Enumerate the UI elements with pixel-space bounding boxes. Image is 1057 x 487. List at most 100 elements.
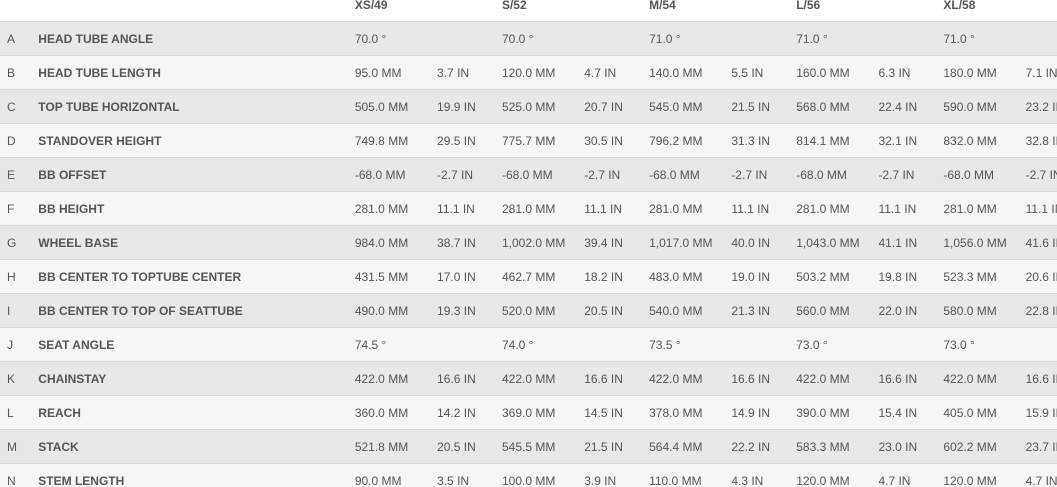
value-mm-cell: 95.0 MM [354,65,402,80]
geometry-table-container: XS/49 S/52 M/54 L/56 XL/58 A HEAD TUBE AN… [0,0,1057,487]
value-in-cell: 5.5 IN [731,65,764,80]
value-mm-cell: 1,043.0 MM [796,235,860,250]
value-mm-cell: -68.0 MM [354,167,406,182]
value-mm-cell: 545.0 MM [649,99,703,114]
value-mm-cell: 525.0 MM [501,99,556,114]
value-mm-cell: 602.2 MM [943,439,997,454]
row-letter: B [7,65,16,80]
value-in-cell: 30.5 IN [584,133,623,148]
value-mm-cell: 73.0 ° [796,337,828,352]
value-mm-cell: 431.5 MM [354,269,409,284]
table-header: XS/49 S/52 M/54 L/56 XL/58 [0,0,1057,22]
value-mm-cell: -68.0 MM [796,167,847,182]
row-letter: D [7,133,16,148]
value-in-cell: 16.6 IN [584,371,623,386]
table-row: L REACH 360.0 MM 14.2 IN 369.0 MM 14.5 IN 378.… [0,395,1057,430]
geometry-table: XS/49 S/52 M/54 L/56 XL/58 A HEAD TUBE AN… [0,0,1057,487]
row-label: STACK [38,439,79,454]
value-in-cell [878,328,943,362]
value-in-cell: 41.6 IN [1025,235,1057,250]
value-in-cell: 11.1 IN [437,201,475,216]
table-row: G WHEEL BASE 984.0 MM 38.7 IN 1,002.0 MM 39.4… [0,225,1057,260]
value-in-cell: 16.6 IN [878,371,918,386]
header-row: XS/49 S/52 M/54 L/56 XL/58 [0,0,1057,22]
value-mm-cell: 120.0 MM [943,473,997,487]
row-letter: E [7,167,16,182]
row-label: TOP TUBE HORIZONTAL [38,99,180,114]
value-mm-cell: 749.8 MM [354,133,409,148]
value-in-cell: -2.7 IN [584,167,621,182]
header-label-cell [30,0,355,22]
value-in-cell: 19.8 IN [878,269,918,284]
value-mm-cell: 422.0 MM [501,371,556,386]
row-label: BB HEIGHT [38,201,105,216]
value-mm-cell: 422.0 MM [796,371,850,386]
value-mm-cell: 540.0 MM [649,303,703,318]
value-in-cell: 15.9 IN [1025,405,1057,420]
table-row: C TOP TUBE HORIZONTAL 505.0 MM 19.9 IN 525.0… [0,89,1057,124]
value-in-cell [1026,328,1057,362]
value-in-cell: -2.7 IN [437,167,474,182]
value-mm-cell: 378.0 MM [649,405,703,420]
table-row: B HEAD TUBE LENGTH 95.0 MM 3.7 IN 120.0 MM 4.… [0,55,1057,90]
value-mm-cell: 100.0 MM [501,473,556,487]
row-letter: C [7,99,16,114]
size-header: XL/58 [943,0,976,12]
value-in-cell [878,22,943,56]
table-row: J SEAT ANGLE 74.5 ° 74.0 ° 73.5 ° 73.0 ° 73.0 … [0,327,1057,362]
value-in-cell: 41.1 IN [878,235,918,250]
row-letter: N [7,473,16,487]
value-in-cell [731,328,796,362]
value-in-cell: 16.6 IN [1025,371,1057,386]
value-in-cell: 21.5 IN [731,99,771,114]
value-in-cell: -2.7 IN [731,167,768,182]
value-in-cell: 16.6 IN [437,371,476,386]
size-header: M/54 [649,0,676,12]
value-mm-cell: -68.0 MM [943,167,995,182]
table-row: F BB HEIGHT 281.0 MM 11.1 IN 281.0 MM 11.1 IN… [0,191,1057,226]
value-mm-cell: 281.0 MM [501,201,556,216]
value-in-cell: 38.7 IN [437,235,476,250]
row-label: REACH [38,405,81,420]
value-in-cell: 6.3 IN [878,65,911,80]
value-in-cell: 23.2 IN [1025,99,1057,114]
value-in-cell: 4.3 IN [731,473,764,487]
value-mm-cell: 560.0 MM [796,303,850,318]
value-in-cell: 11.1 IN [1025,201,1057,216]
value-mm-cell: 120.0 MM [501,65,556,80]
value-mm-cell: 523.3 MM [943,269,997,284]
value-mm-cell: 422.0 MM [354,371,409,386]
value-in-cell: 23.0 IN [878,439,918,454]
row-letter: I [7,303,11,318]
value-in-cell: 3.7 IN [437,65,470,80]
value-mm-cell: 568.0 MM [796,99,850,114]
value-in-cell: 11.1 IN [878,201,917,216]
value-mm-cell: 1,002.0 MM [501,235,566,250]
value-mm-cell: 71.0 ° [796,31,828,46]
value-mm-cell: 281.0 MM [649,201,703,216]
value-in-cell: 4.7 IN [878,473,911,487]
value-in-cell: 18.2 IN [584,269,623,284]
value-in-cell: 31.3 IN [731,133,771,148]
value-mm-cell: 110.0 MM [649,473,702,487]
value-in-cell: 16.6 IN [731,371,771,386]
value-mm-cell: 545.5 MM [501,439,556,454]
value-mm-cell: 71.0 ° [943,31,975,46]
value-mm-cell: 422.0 MM [649,371,703,386]
value-in-cell: 23.7 IN [1025,439,1057,454]
value-mm-cell: -68.0 MM [649,167,700,182]
value-in-cell: 20.7 IN [584,99,623,114]
size-header: L/56 [796,0,821,12]
value-in-cell [437,328,502,362]
value-in-cell: 14.9 IN [731,405,771,420]
value-in-cell: 40.0 IN [731,235,771,250]
value-mm-cell: 580.0 MM [943,303,997,318]
value-in-cell: 20.5 IN [437,439,476,454]
row-letter: G [7,235,17,250]
value-in-cell: 7.1 IN [1025,65,1057,80]
value-mm-cell: 462.7 MM [501,269,556,284]
value-in-cell: 3.9 IN [584,473,617,487]
row-letter: J [7,337,13,352]
row-letter: H [7,269,16,284]
row-label: BB CENTER TO TOP OF SEATTUBE [38,303,243,318]
